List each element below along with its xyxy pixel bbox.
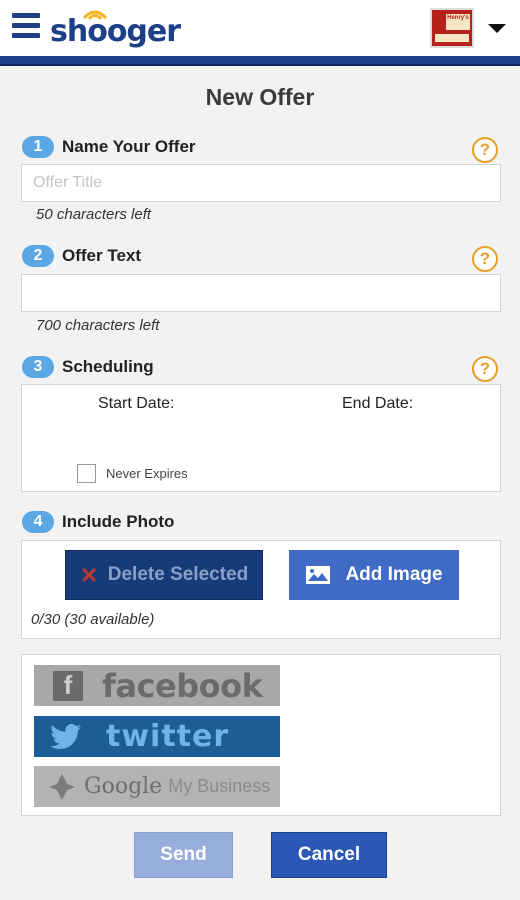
step-number-badge: 2	[22, 245, 54, 267]
offer-text-input[interactable]	[21, 274, 501, 312]
hamburger-menu-icon[interactable]	[12, 13, 40, 41]
step-title: Name Your Offer	[62, 137, 196, 156]
step-number-badge: 1	[22, 136, 54, 158]
store-avatar-stripe	[435, 34, 469, 42]
step-number-badge: 4	[22, 511, 54, 533]
start-date-picker[interactable]: Start Date:	[98, 395, 174, 413]
step-title: Scheduling	[62, 357, 154, 376]
twitter-share-toggle[interactable]: twitter	[34, 716, 280, 757]
step-4-label: 4 Include Photo	[22, 510, 174, 534]
offer-text-char-count: 700 characters left	[36, 317, 160, 334]
twitter-label: twitter	[106, 719, 230, 754]
logo-text: shooger	[50, 14, 181, 49]
help-icon[interactable]: ?	[472, 137, 498, 163]
photo-panel: Delete Selected Add Image 0/30 (30 avail…	[21, 540, 501, 639]
my-business-label: My Business	[168, 776, 271, 796]
google-brand-label: Google	[84, 774, 163, 799]
offer-title-char-count: 50 characters left	[36, 206, 152, 223]
send-button[interactable]: Send	[134, 832, 233, 878]
step-title: Include Photo	[62, 512, 175, 531]
photo-count: 0/30 (30 available)	[31, 611, 155, 628]
delete-selected-label: Delete Selected	[107, 564, 249, 585]
step-3-label: 3 Scheduling	[22, 355, 154, 379]
add-image-button[interactable]: Add Image	[289, 550, 459, 600]
step-title: Offer Text	[62, 246, 142, 265]
facebook-label: facebook	[102, 666, 263, 705]
google-my-business-toggle[interactable]: Google My Business	[34, 766, 280, 807]
never-expires-label: Never Expires	[106, 466, 188, 481]
store-avatar-label: Henry's	[446, 14, 470, 30]
end-date-picker[interactable]: End Date:	[342, 395, 413, 413]
offer-title-input[interactable]	[21, 164, 501, 202]
step-1-label: 1 Name Your Offer	[22, 135, 196, 159]
cancel-button[interactable]: Cancel	[271, 832, 387, 878]
facebook-icon: f	[46, 665, 90, 706]
step-2-label: 2 Offer Text	[22, 244, 141, 268]
scheduling-panel: Start Date: End Date: Never Expires	[21, 384, 501, 492]
add-image-label: Add Image	[345, 564, 443, 585]
top-bar: shooger Henry's	[0, 0, 520, 56]
step-number-badge: 3	[22, 356, 54, 378]
never-expires-checkbox[interactable]	[77, 464, 96, 483]
help-icon[interactable]: ?	[472, 356, 498, 382]
chevron-down-icon[interactable]	[488, 24, 506, 33]
google-my-business-icon	[40, 766, 84, 807]
twitter-bird-icon	[44, 716, 88, 757]
social-panel: f facebook twitter Google My Business	[21, 654, 501, 816]
x-icon	[81, 567, 96, 583]
header-divider	[0, 56, 520, 66]
shooger-logo[interactable]: shooger	[50, 6, 181, 50]
help-icon[interactable]: ?	[472, 246, 498, 272]
page-title: New Offer	[205, 84, 315, 110]
facebook-share-toggle[interactable]: f facebook	[34, 665, 280, 706]
delete-selected-button[interactable]: Delete Selected	[65, 550, 263, 600]
image-icon	[306, 566, 331, 584]
store-avatar[interactable]: Henry's	[430, 8, 474, 48]
